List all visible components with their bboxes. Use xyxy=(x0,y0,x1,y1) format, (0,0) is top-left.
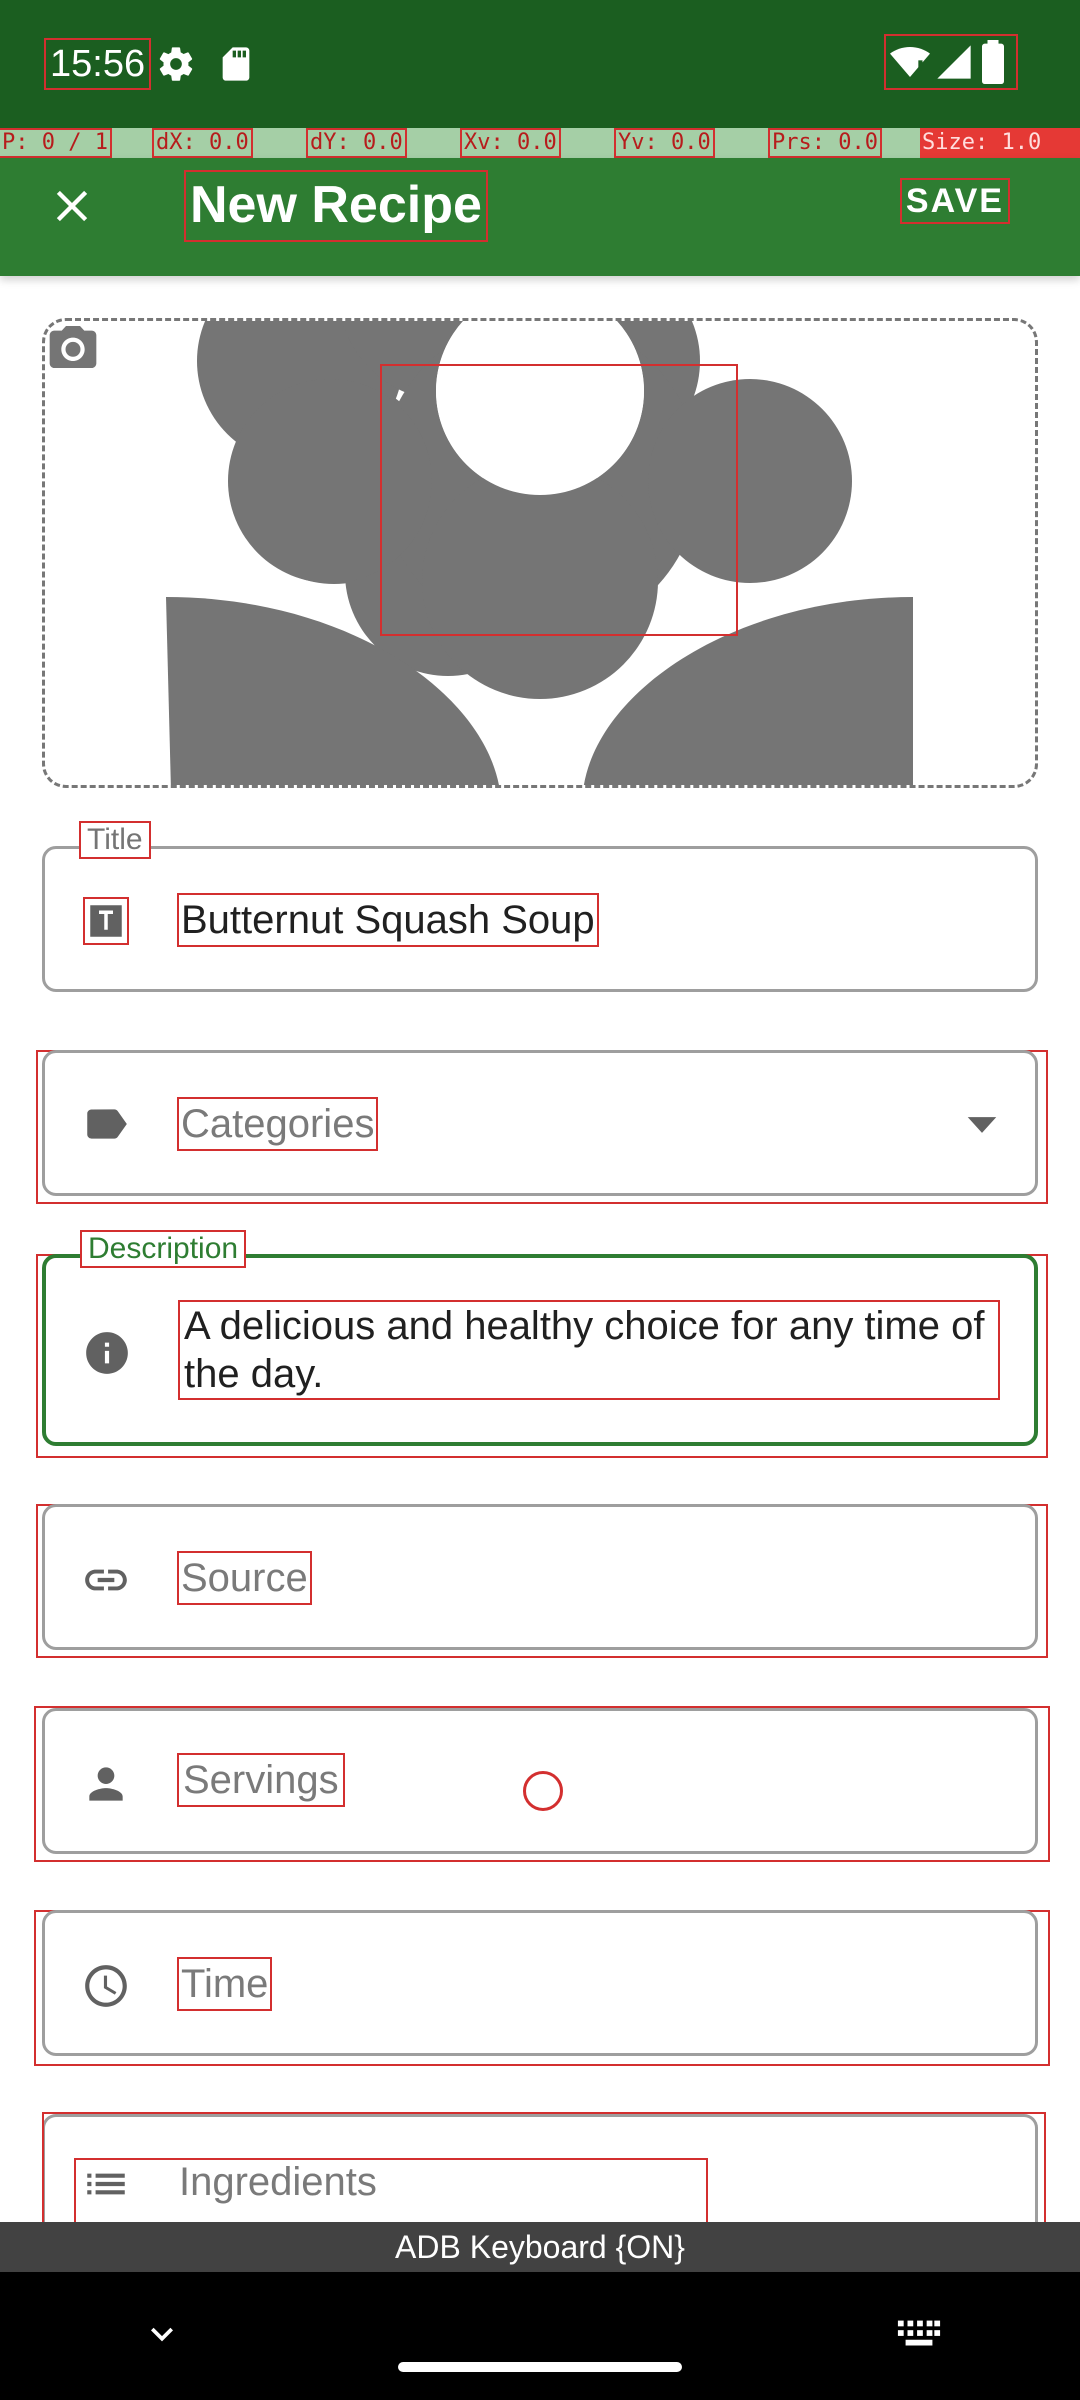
overlay-dx: dX: 0.0 xyxy=(152,128,253,158)
status-time: 15:56 xyxy=(43,38,152,90)
app-bar: New Recipe SAVE xyxy=(0,158,1080,276)
servings-field[interactable]: Servings xyxy=(42,1708,1038,1854)
description-input[interactable]: A delicious and healthy choice for any t… xyxy=(178,1300,1000,1400)
text-title-icon xyxy=(83,897,129,945)
servings-input[interactable]: Servings xyxy=(177,1753,345,1807)
page-title: New Recipe xyxy=(184,170,488,242)
clock-icon xyxy=(85,1965,127,2007)
label-tag-icon xyxy=(87,1109,127,1139)
home-gesture-handle[interactable] xyxy=(398,2362,682,2372)
overlay-size: Size: 1.0 xyxy=(920,128,1080,158)
link-icon xyxy=(85,1569,127,1591)
status-right-icons xyxy=(884,34,1018,90)
title-legend: Title xyxy=(79,821,151,859)
person-icon xyxy=(89,1767,123,1801)
pointer-location-overlay: P: 0 / 1 dX: 0.0 dY: 0.0 Xv: 0.0 Yv: 0.0… xyxy=(0,128,1080,158)
info-icon xyxy=(86,1332,128,1374)
categories-placeholder: Categories xyxy=(176,1097,379,1151)
sd-card-icon xyxy=(222,47,250,81)
time-field[interactable]: Time xyxy=(42,1910,1038,2056)
signal-icon xyxy=(937,45,971,79)
close-icon[interactable] xyxy=(46,180,98,232)
overlay-pointer: P: 0 / 1 xyxy=(0,128,112,158)
description-field[interactable]: Description A delicious and healthy choi… xyxy=(42,1230,1038,1446)
save-button[interactable]: SAVE xyxy=(899,178,1011,224)
dropdown-arrow-icon[interactable] xyxy=(963,1113,1001,1137)
camera-icon[interactable] xyxy=(45,321,101,373)
battery-icon xyxy=(982,40,1004,84)
settings-gear-icon xyxy=(159,47,193,81)
system-navigation-bar xyxy=(0,2272,1080,2400)
overlay-xv: Xv: 0.0 xyxy=(460,128,561,158)
keyboard-icon[interactable] xyxy=(896,2314,942,2354)
source-field[interactable]: Source xyxy=(42,1504,1038,1650)
overlay-yv: Yv: 0.0 xyxy=(614,128,715,158)
adb-keyboard-indicator: ADB Keyboard {ON} xyxy=(0,2222,1080,2272)
source-input[interactable]: Source xyxy=(177,1551,312,1605)
time-input[interactable]: Time xyxy=(176,1957,273,2011)
overlay-dy: dY: 0.0 xyxy=(306,128,407,158)
status-bar: 15:56 xyxy=(0,0,1080,128)
overlay-prs: Prs: 0.0 xyxy=(768,128,882,158)
chevron-down-icon[interactable] xyxy=(140,2312,184,2356)
title-field[interactable]: Title Butternut Squash Soup xyxy=(42,821,1038,992)
title-input[interactable]: Butternut Squash Soup xyxy=(177,893,599,947)
touch-indicator xyxy=(523,1771,563,1811)
categories-dropdown[interactable]: Categories xyxy=(42,1050,1038,1196)
image-focus-region xyxy=(380,364,738,636)
wifi-icon xyxy=(890,47,930,77)
description-legend: Description xyxy=(79,1230,247,1268)
